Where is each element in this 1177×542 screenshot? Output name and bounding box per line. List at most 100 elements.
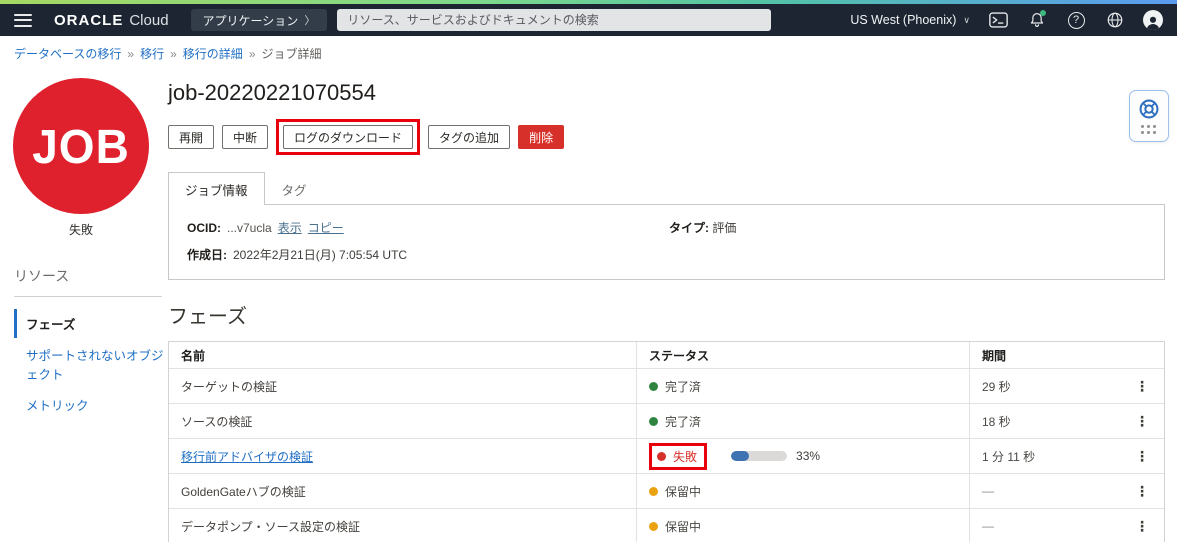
chevron-down-icon: ∨ bbox=[963, 15, 970, 26]
table-row: 移行前アドバイザの検証 失敗 33% 1 分 11 秒 ⋮ bbox=[169, 439, 1164, 474]
progress-bar: 33% bbox=[731, 449, 820, 463]
left-column: JOB 失敗 リソース フェーズ サポートされないオブジェクト メトリック bbox=[0, 66, 168, 542]
notifications-bell-icon[interactable] bbox=[1026, 9, 1048, 31]
ocid-show-link[interactable]: 表示 bbox=[278, 219, 302, 236]
job-actions: 再開 中断 ログのダウンロード タグの追加 削除 bbox=[168, 119, 1165, 155]
duration-value: 18 秒 bbox=[982, 413, 1011, 430]
help-feedback-widget[interactable] bbox=[1129, 90, 1169, 142]
page-title: job-20220221070554 bbox=[168, 80, 1165, 106]
user-avatar[interactable] bbox=[1143, 10, 1163, 30]
applications-button[interactable]: アプリケーション 〉 bbox=[191, 9, 328, 31]
job-badge-label: JOB bbox=[32, 118, 130, 175]
resources-nav: リソース フェーズ サポートされないオブジェクト メトリック bbox=[14, 266, 168, 419]
ocid-copy-link[interactable]: コピー bbox=[308, 219, 344, 236]
breadcrumb: データベースの移行 » 移行 » 移行の詳細 » ジョブ詳細 bbox=[0, 36, 1177, 66]
phase-name: ソースの検証 bbox=[181, 413, 252, 430]
job-info-panel: OCID: ...v7ucla 表示 コピー 作成日: 2022年2月21日(月… bbox=[168, 204, 1165, 280]
main-content: job-20220221070554 再開 中断 ログのダウンロード タグの追加… bbox=[168, 66, 1165, 542]
duration-value: — bbox=[982, 484, 994, 498]
delete-button[interactable]: 削除 bbox=[518, 125, 564, 149]
resume-button[interactable]: 再開 bbox=[168, 125, 214, 149]
table-header-row: 名前 ステータス 期間 bbox=[169, 342, 1164, 369]
chevron-right-icon: 〉 bbox=[304, 12, 315, 28]
row-actions-menu-icon[interactable]: ⋮ bbox=[1132, 379, 1152, 393]
phase-name: GoldenGateハブの検証 bbox=[181, 483, 306, 500]
status-label: 完了済 bbox=[665, 378, 701, 395]
notification-dot bbox=[1040, 10, 1046, 16]
status-dot-pending bbox=[649, 487, 658, 496]
resources-heading: リソース bbox=[14, 266, 168, 286]
cloud-shell-icon[interactable] bbox=[987, 9, 1009, 31]
job-badge: JOB bbox=[13, 78, 149, 214]
row-actions-menu-icon[interactable]: ⋮ bbox=[1132, 484, 1152, 498]
phase-name: ターゲットの検証 bbox=[181, 378, 277, 395]
resources-divider bbox=[14, 296, 162, 297]
oracle-cloud-logo[interactable]: ORACLE Cloud bbox=[54, 12, 169, 29]
ocid-label: OCID: bbox=[187, 221, 221, 235]
breadcrumb-current: ジョブ詳細 bbox=[262, 45, 322, 62]
breadcrumb-separator: » bbox=[127, 47, 134, 61]
applications-button-label: アプリケーション bbox=[203, 12, 299, 29]
table-row: ソースの検証 完了済 18 秒 ⋮ bbox=[169, 404, 1164, 439]
abort-button[interactable]: 中断 bbox=[222, 125, 268, 149]
status-cell: 保留中 bbox=[649, 483, 701, 500]
add-tags-button[interactable]: タグの追加 bbox=[428, 125, 510, 149]
phases-table: 名前 ステータス 期間 ターゲットの検証完了済29 秒⋮ソースの検証完了済18 … bbox=[168, 341, 1165, 542]
sidebar-item-metrics[interactable]: メトリック bbox=[14, 390, 168, 419]
breadcrumb-link-migrations[interactable]: 移行 bbox=[140, 45, 164, 62]
drag-handle-dots-icon bbox=[1141, 125, 1157, 135]
status-dot-failed bbox=[657, 452, 666, 461]
progress-percent-label: 33% bbox=[796, 449, 820, 463]
table-row: ターゲットの検証 完了済 29 秒 ⋮ bbox=[169, 369, 1164, 404]
row-actions-menu-icon[interactable]: ⋮ bbox=[1132, 414, 1152, 428]
job-tabs: ジョブ情報 タグ bbox=[168, 171, 1165, 204]
table-row: データポンプ・ソース設定の検証 保留中 — ⋮ bbox=[169, 509, 1164, 542]
duration-value: — bbox=[982, 519, 994, 533]
status-label: 保留中 bbox=[665, 483, 701, 500]
status-label: 失敗 bbox=[673, 448, 697, 465]
breadcrumb-separator: » bbox=[170, 47, 177, 61]
region-selector[interactable]: US West (Phoenix) ∨ bbox=[850, 13, 970, 27]
hamburger-menu-icon[interactable] bbox=[14, 14, 32, 27]
status-dot-completed bbox=[649, 382, 658, 391]
duration-value: 29 秒 bbox=[982, 378, 1011, 395]
job-status-label: 失敗 bbox=[13, 221, 149, 238]
duration-value: 1 分 11 秒 bbox=[982, 448, 1035, 465]
status-cell: 完了済 bbox=[649, 378, 701, 395]
search-input[interactable] bbox=[337, 9, 771, 31]
row-actions-menu-icon[interactable]: ⋮ bbox=[1132, 519, 1152, 533]
tab-tags[interactable]: タグ bbox=[265, 172, 324, 205]
breadcrumb-link-db-migration[interactable]: データベースの移行 bbox=[14, 45, 121, 62]
annotation-box-download-logs: ログのダウンロード bbox=[276, 119, 420, 155]
download-logs-button[interactable]: ログのダウンロード bbox=[283, 125, 413, 149]
type-value: 評価 bbox=[712, 221, 736, 235]
status-cell: 保留中 bbox=[649, 518, 701, 535]
logo-brand: ORACLE bbox=[54, 12, 123, 29]
breadcrumb-separator: » bbox=[249, 47, 256, 61]
column-header-status: ステータス bbox=[636, 342, 969, 368]
tab-job-info[interactable]: ジョブ情報 bbox=[168, 172, 265, 205]
help-icon[interactable]: ? bbox=[1065, 9, 1087, 31]
status-cell: 完了済 bbox=[649, 413, 701, 430]
global-header: ORACLE Cloud アプリケーション 〉 US West (Phoenix… bbox=[0, 4, 1177, 36]
created-value: 2022年2月21日(月) 7:05:54 UTC bbox=[233, 246, 407, 263]
language-globe-icon[interactable] bbox=[1104, 9, 1126, 31]
lifebuoy-icon bbox=[1138, 98, 1160, 120]
status-dot-pending bbox=[649, 522, 658, 531]
sidebar-item-unsupported-objects[interactable]: サポートされないオブジェクト bbox=[14, 340, 168, 388]
breadcrumb-link-migration-details[interactable]: 移行の詳細 bbox=[183, 45, 243, 62]
logo-suffix: Cloud bbox=[129, 12, 168, 29]
sidebar-item-phases[interactable]: フェーズ bbox=[14, 309, 168, 338]
status-dot-completed bbox=[649, 417, 658, 426]
column-header-name: 名前 bbox=[169, 342, 636, 368]
type-label: タイプ: bbox=[669, 221, 709, 235]
phases-heading: フェーズ bbox=[168, 300, 1165, 329]
region-label: US West (Phoenix) bbox=[850, 13, 956, 27]
row-actions-menu-icon[interactable]: ⋮ bbox=[1132, 449, 1152, 463]
phase-name: データポンプ・ソース設定の検証 bbox=[181, 518, 360, 535]
status-label: 保留中 bbox=[665, 518, 701, 535]
ocid-value: ...v7ucla bbox=[227, 221, 272, 235]
global-search bbox=[337, 9, 771, 31]
created-label: 作成日: bbox=[187, 246, 227, 263]
phase-name-link[interactable]: 移行前アドバイザの検証 bbox=[181, 448, 313, 465]
